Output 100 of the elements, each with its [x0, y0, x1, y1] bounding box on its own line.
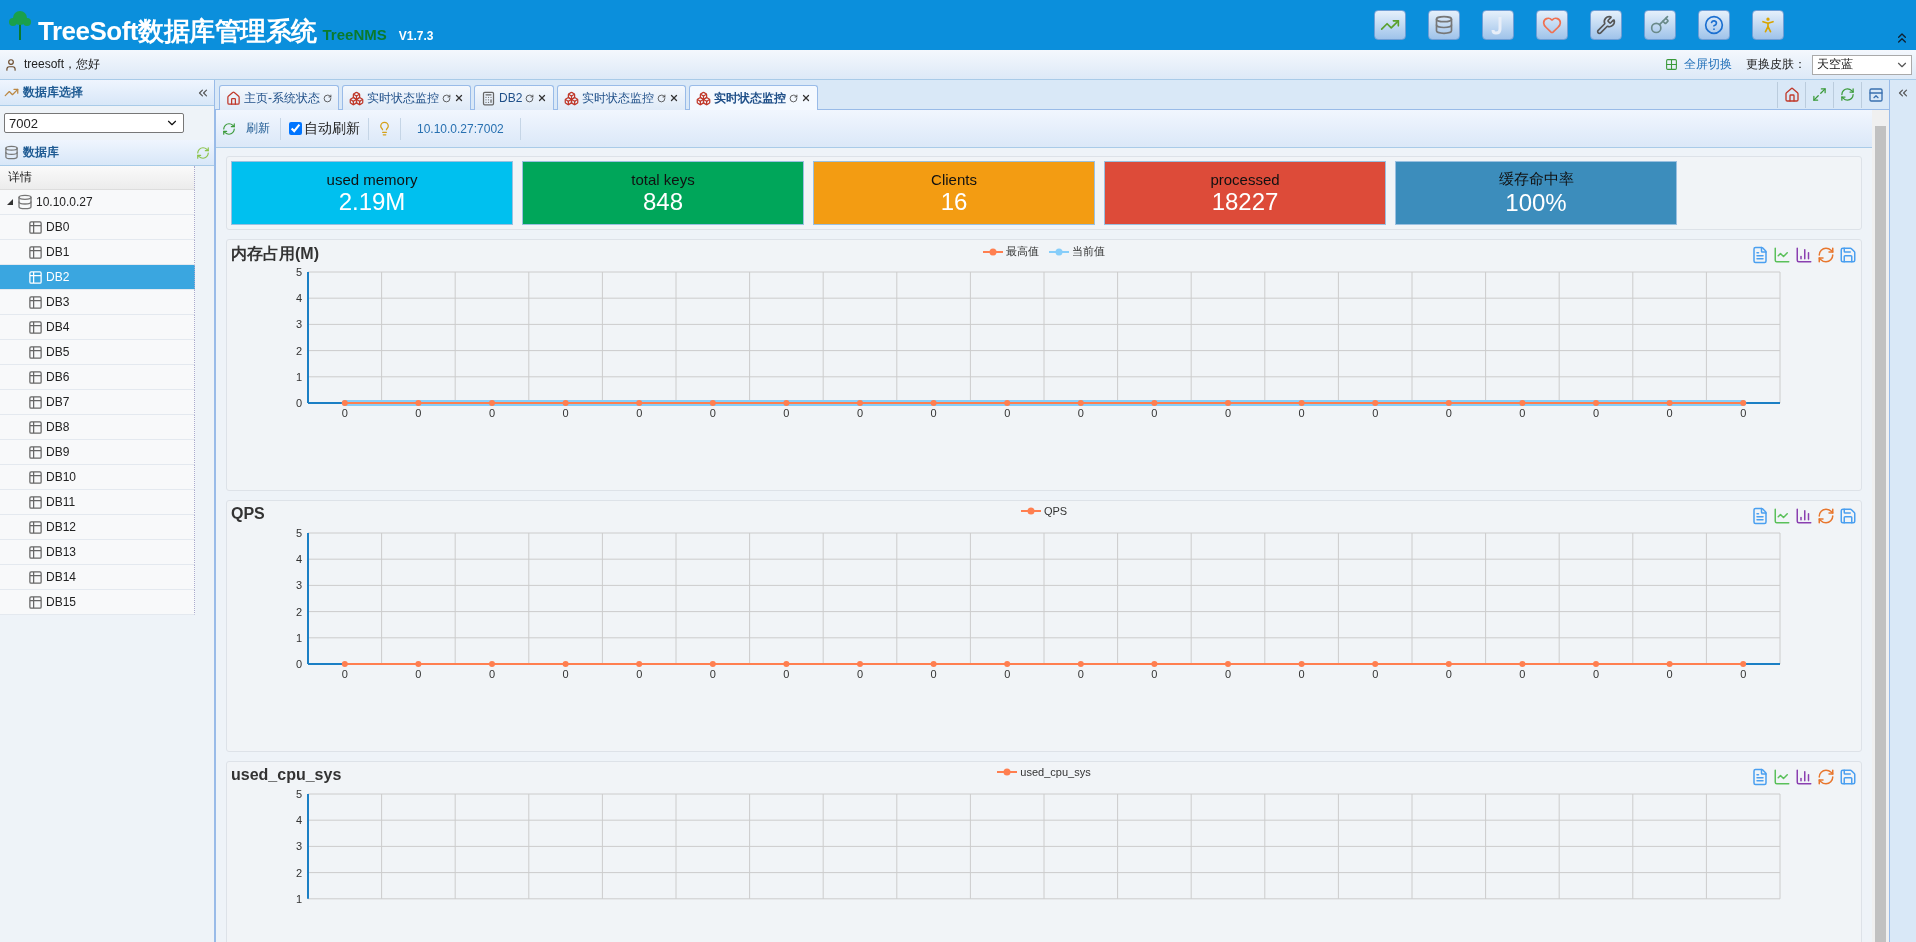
expand-icon[interactable] — [6, 198, 14, 206]
table-icon — [28, 344, 43, 360]
tree-item[interactable]: DB7 — [0, 390, 195, 415]
stat-label: total keys — [631, 170, 695, 188]
tree-item[interactable]: DB13 — [0, 540, 195, 565]
select-value: 天空蓝 — [1817, 56, 1853, 73]
tab[interactable]: DB2 — [474, 85, 555, 110]
axis-label: 0 — [856, 668, 864, 680]
bar-chart-icon[interactable] — [1795, 768, 1813, 786]
close-icon[interactable] — [454, 93, 464, 103]
axis-label: 0 — [562, 407, 569, 419]
key-button[interactable] — [1644, 10, 1676, 40]
database-select[interactable]: 7002 — [4, 113, 184, 133]
refresh-icon[interactable] — [196, 145, 210, 160]
home-icon[interactable] — [1783, 86, 1800, 103]
reload-icon[interactable] — [323, 93, 332, 103]
axis-label: 0 — [636, 407, 643, 419]
document-icon[interactable] — [1751, 507, 1769, 525]
tree-item[interactable]: DB15 — [0, 590, 195, 615]
database-icon[interactable] — [1434, 15, 1454, 35]
grid-icon[interactable] — [1665, 58, 1678, 71]
close-icon[interactable] — [537, 93, 548, 103]
close-icon[interactable] — [669, 93, 680, 103]
reload-icon[interactable] — [657, 93, 667, 103]
tree-item[interactable]: DB0 — [0, 215, 195, 240]
tree-item[interactable]: 10.10.0.27 — [0, 190, 195, 215]
cubes-icon — [349, 90, 364, 106]
skin-select[interactable]: 天空蓝 — [1812, 54, 1912, 75]
lightbulb-icon[interactable] — [377, 121, 392, 136]
refresh-icon[interactable] — [1840, 87, 1855, 102]
axis-label: 4 — [295, 553, 302, 566]
reload-icon[interactable] — [525, 93, 535, 103]
tree-item[interactable]: DB4 — [0, 315, 195, 340]
auto-refresh-checkbox[interactable] — [289, 122, 302, 135]
database-icon — [4, 145, 19, 160]
axis-label: 0 — [709, 407, 716, 419]
bar-chart-icon[interactable] — [1795, 507, 1813, 525]
tree-item[interactable]: DB1 — [0, 240, 195, 265]
table-icon — [28, 469, 43, 485]
tree-label: DB4 — [46, 320, 70, 334]
database-button[interactable] — [1428, 10, 1460, 40]
window-icon[interactable] — [1867, 86, 1884, 103]
save-icon[interactable] — [1839, 246, 1857, 264]
help-button[interactable] — [1698, 10, 1730, 40]
axis-label: 0 — [1740, 407, 1747, 419]
axis-label: 0 — [636, 668, 643, 680]
tab[interactable]: 实时状态监控 — [342, 85, 471, 110]
refresh-icon[interactable] — [1817, 768, 1835, 786]
refresh-icon[interactable] — [1817, 507, 1835, 525]
tree-item[interactable]: DB9 — [0, 440, 195, 465]
heart-icon[interactable] — [1542, 15, 1562, 35]
person-button[interactable] — [1752, 10, 1784, 40]
heart-button[interactable] — [1536, 10, 1568, 40]
skin-label: 更换皮肤： — [1746, 56, 1806, 73]
axis-label: 3 — [295, 318, 302, 331]
close-icon[interactable] — [801, 93, 812, 103]
tree-item[interactable]: DB6 — [0, 365, 195, 390]
stat-value: 848 — [642, 187, 683, 216]
tools-icon[interactable] — [1596, 15, 1616, 35]
save-icon[interactable] — [1839, 507, 1857, 525]
hook-button[interactable] — [1482, 10, 1514, 40]
refresh-icon[interactable] — [1817, 246, 1835, 264]
tree-item[interactable]: DB8 — [0, 415, 195, 440]
axis-label: 0 — [1077, 668, 1084, 680]
expand-panel-icon[interactable] — [1896, 86, 1910, 100]
chart-title: 内存占用(M) — [231, 244, 320, 264]
chart-button[interactable] — [1374, 10, 1406, 40]
tab[interactable]: 实时状态监控 — [557, 85, 687, 110]
reload-icon[interactable] — [789, 93, 799, 103]
tree-item[interactable]: DB14 — [0, 565, 195, 590]
axis-label: 0 — [1151, 668, 1158, 680]
save-icon[interactable] — [1839, 768, 1857, 786]
tab[interactable]: 实时状态监控 — [689, 85, 819, 110]
help-icon[interactable] — [1704, 15, 1724, 35]
document-icon[interactable] — [1751, 768, 1769, 786]
tree-item[interactable]: DB5 — [0, 340, 195, 365]
axis-label: 0 — [1004, 668, 1011, 680]
fullscreen-link[interactable]: 全屏切换 — [1684, 56, 1732, 73]
key-icon[interactable] — [1650, 15, 1670, 35]
scrollbar[interactable] — [1872, 110, 1889, 942]
tab[interactable]: 主页-系统状态 — [219, 85, 339, 110]
document-icon[interactable] — [1751, 246, 1769, 264]
tools-button[interactable] — [1590, 10, 1622, 40]
tree-label: DB0 — [46, 220, 70, 234]
refresh-button[interactable]: 刷新 — [244, 120, 272, 137]
axis-label: 0 — [1666, 407, 1673, 419]
refresh-icon[interactable] — [222, 121, 236, 136]
axis-label: 0 — [1592, 668, 1600, 680]
tree-item[interactable]: DB11 — [0, 490, 195, 515]
axis-label: 0 — [1224, 407, 1232, 419]
tab-label: 主页-系统状态 — [244, 89, 320, 107]
tree-item[interactable]: DB10 — [0, 465, 195, 490]
axis-label: 2 — [295, 866, 302, 879]
chart-title: QPS — [231, 505, 266, 523]
reload-icon[interactable] — [442, 93, 451, 103]
bar-chart-icon[interactable] — [1795, 246, 1813, 264]
axis-label: 5 — [295, 788, 302, 800]
cubes-icon — [696, 90, 712, 106]
tree-item[interactable]: DB12 — [0, 515, 195, 540]
tree-item[interactable]: DB3 — [0, 290, 195, 315]
